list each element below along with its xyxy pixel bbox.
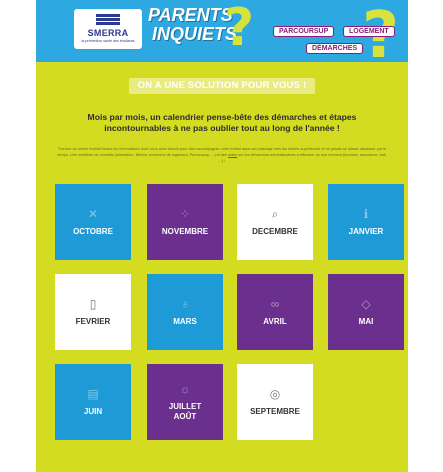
logo-tagline: la prévention santé des étudiants xyxy=(81,39,135,43)
month-tile-octobre[interactable]: ✕ OCTOBRE xyxy=(55,184,131,260)
month-tile-novembre[interactable]: ⁘ NOVEMBRE xyxy=(147,184,223,260)
heading-line-1: Mois par mois, un calendrier pense-bête … xyxy=(87,112,357,122)
month-label: JUILLET AOÛT xyxy=(169,402,201,422)
graduation-cap-icon: ◇ xyxy=(361,296,371,311)
tools-icon: ✕ xyxy=(87,206,99,221)
month-label: SEPTEMBRE xyxy=(250,406,300,416)
logo-name: SMERRA xyxy=(87,28,129,38)
month-tile-septembre[interactable]: ◎ SEPTEMBRE xyxy=(237,364,313,440)
search-icon: ⌕ xyxy=(271,206,279,221)
month-label: OCTOBRE xyxy=(73,226,113,236)
month-label-line-1: JUILLET xyxy=(168,401,202,411)
month-tile-mars[interactable]: ♁ MARS xyxy=(147,274,223,350)
main-content: ON A UNE SOLUTION POUR VOUS ! Mois par m… xyxy=(36,62,408,472)
month-tile-janvier[interactable]: ℹ JANVIER xyxy=(328,184,404,260)
month-tile-avril[interactable]: ∞ AVRIL xyxy=(237,274,313,350)
month-label: MARS xyxy=(173,316,197,326)
link-icon: ∞ xyxy=(270,296,280,311)
heading-line-2: incontournables à ne pas oublier tout au… xyxy=(104,123,340,133)
month-label: FEVRIER xyxy=(75,316,111,326)
question-mark-icon: ? xyxy=(224,0,255,58)
nav-demarches[interactable]: DÉMARCHES xyxy=(306,43,364,54)
month-tile-decembre[interactable]: ⌕ DECEMBRE xyxy=(237,184,313,260)
month-label: NOVEMBRE xyxy=(161,226,209,236)
intro-text-3: Parcoursup, ...) et des xyxy=(189,153,227,157)
clipboard-icon: ▯ xyxy=(89,296,97,311)
calendar-icon: ▤ xyxy=(87,386,99,401)
month-label: AVRIL xyxy=(263,316,287,326)
solution-banner: ON A UNE SOLUTION POUR VOUS ! xyxy=(129,78,315,94)
aides-link[interactable]: aides xyxy=(228,153,237,157)
nav-logement[interactable]: LOGEMENT xyxy=(343,26,395,37)
month-label: JANVIER xyxy=(348,226,384,236)
page-heading: Mois par mois, un calendrier pense-bête … xyxy=(66,112,378,134)
site-header: SMERRA la prévention santé des étudiants… xyxy=(36,0,408,68)
intro-text: Trouvez au même endroit toutes les infor… xyxy=(56,146,388,164)
logo-mark-icon xyxy=(96,14,120,26)
intro-text-4: sur les démarches administratives à effe… xyxy=(218,153,387,163)
lightbulb-icon: ♁ xyxy=(180,296,190,311)
month-label: DECEMBRE xyxy=(252,226,298,236)
month-label-line-2: AOÛT xyxy=(173,411,197,421)
intro-text-1: Trouvez au même endroit toutes les infor… xyxy=(57,147,287,151)
nav-parcoursup[interactable]: PARCOURSUP xyxy=(273,26,335,37)
network-icon: ⁘ xyxy=(179,206,191,221)
smerra-logo[interactable]: SMERRA la prévention santé des étudiants xyxy=(74,9,142,49)
month-label: MAI xyxy=(358,316,374,326)
month-tile-juillet-aout[interactable]: ☼ JUILLET AOÛT xyxy=(147,364,223,440)
sun-icon: ☼ xyxy=(179,381,191,396)
month-tile-juin[interactable]: ▤ JUIN xyxy=(55,364,131,440)
target-icon: ◎ xyxy=(269,386,281,401)
month-label: JUIN xyxy=(83,406,103,416)
month-tile-mai[interactable]: ◇ MAI xyxy=(328,274,404,350)
info-icon: ℹ xyxy=(363,206,369,221)
month-tile-fevrier[interactable]: ▯ FEVRIER xyxy=(55,274,131,350)
